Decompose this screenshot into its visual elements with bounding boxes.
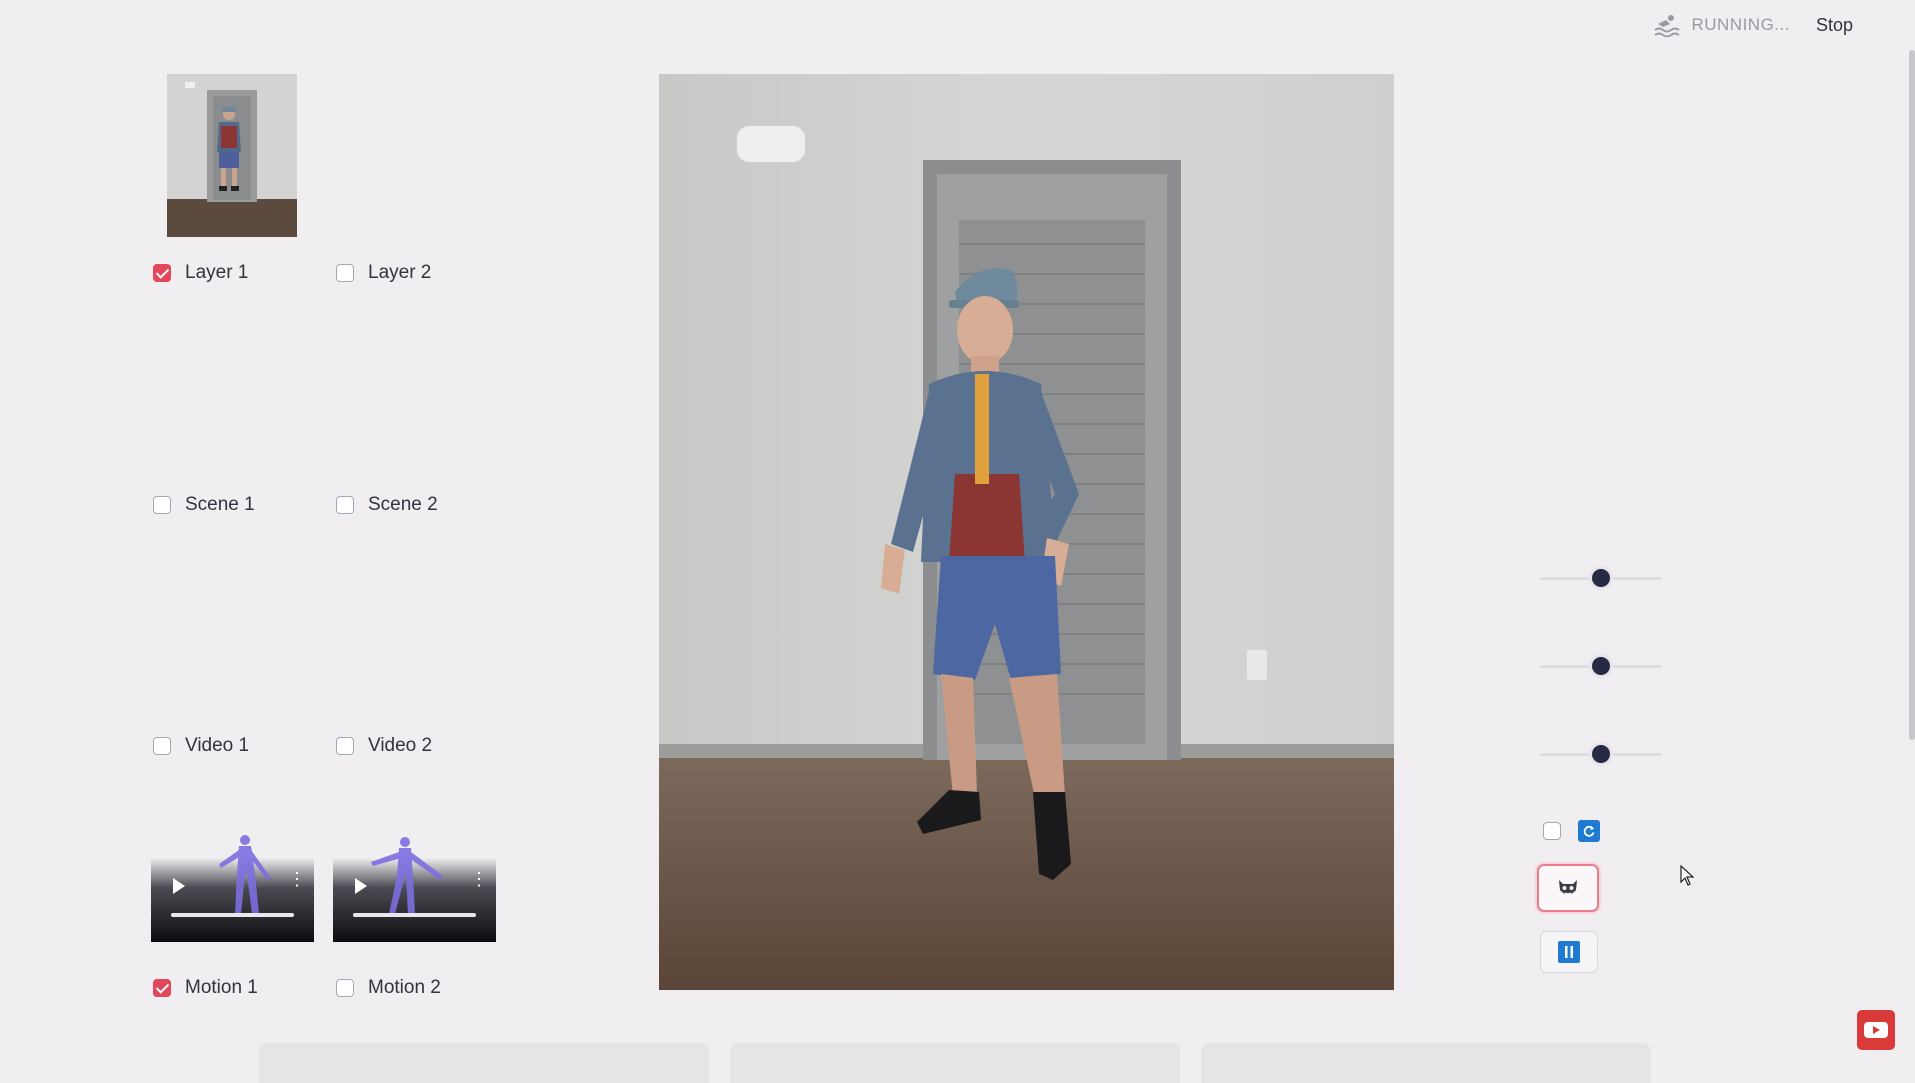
pause-icon [1558, 941, 1580, 963]
motion-2-label: Motion 2 [368, 977, 441, 998]
video-2-label: Video 2 [368, 735, 433, 756]
slider-knob[interactable] [1592, 569, 1610, 587]
play-icon[interactable] [173, 878, 185, 894]
video-1-label: Video 1 [185, 735, 250, 756]
layer-1-checkbox[interactable] [153, 264, 171, 282]
bottom-panel-2 [730, 1043, 1180, 1083]
motion-2-video-player[interactable]: ⋮ [333, 834, 496, 942]
video-progress-bar[interactable] [171, 913, 294, 917]
running-indicator: RUNNING... [1653, 13, 1790, 37]
motion-1-checkbox[interactable] [153, 979, 171, 997]
running-text: RUNNING... [1691, 15, 1790, 34]
option-checkbox[interactable] [1543, 822, 1561, 840]
scene-1-checkbox[interactable] [153, 496, 171, 514]
pause-button[interactable] [1540, 931, 1598, 973]
layer-1-option[interactable]: Layer 1 [153, 262, 248, 284]
motion-1-video-player[interactable]: ⋮ [151, 834, 314, 942]
layer-1-label: Layer 1 [185, 262, 249, 283]
status-bar: RUNNING... Stop [1653, 10, 1853, 40]
layer-1-thumbnail[interactable] [167, 74, 297, 237]
mouse-cursor-icon [1680, 865, 1695, 886]
refresh-icon[interactable] [1578, 820, 1600, 842]
main-preview-image [659, 74, 1394, 990]
video-1-option[interactable]: Video 1 [153, 735, 249, 757]
mask-face-icon [1559, 880, 1577, 895]
mask-toggle-button[interactable] [1537, 864, 1599, 912]
scene-2-checkbox[interactable] [336, 496, 354, 514]
page-scrollbar[interactable] [1909, 50, 1915, 740]
video-2-checkbox[interactable] [336, 737, 354, 755]
scene-2-label: Scene 2 [368, 494, 438, 515]
scene-1-label: Scene 1 [185, 494, 255, 515]
slider-3[interactable] [1540, 744, 1662, 764]
video-1-checkbox[interactable] [153, 737, 171, 755]
more-options-icon[interactable]: ⋮ [288, 870, 306, 888]
slider-1[interactable] [1540, 568, 1662, 588]
play-icon[interactable] [355, 878, 367, 894]
layer-2-checkbox[interactable] [336, 264, 354, 282]
layer-2-option[interactable]: Layer 2 [336, 262, 431, 284]
more-options-icon[interactable]: ⋮ [470, 870, 488, 888]
swimmer-icon [1654, 15, 1681, 37]
motion-2-checkbox[interactable] [336, 979, 354, 997]
motion-1-option[interactable]: Motion 1 [153, 977, 258, 999]
video-2-option[interactable]: Video 2 [336, 735, 432, 757]
slider-knob[interactable] [1592, 745, 1610, 763]
stop-button[interactable]: Stop [1816, 15, 1853, 36]
bottom-panel-3 [1201, 1043, 1651, 1083]
bottom-panel-1 [259, 1043, 709, 1083]
motion-1-label: Motion 1 [185, 977, 258, 998]
slider-knob[interactable] [1592, 657, 1610, 675]
scene-1-option[interactable]: Scene 1 [153, 494, 255, 516]
youtube-subscribe-icon[interactable] [1857, 1010, 1895, 1050]
layer-2-label: Layer 2 [368, 262, 432, 283]
motion-2-option[interactable]: Motion 2 [336, 977, 441, 999]
scene-2-option[interactable]: Scene 2 [336, 494, 438, 516]
video-progress-bar[interactable] [353, 913, 476, 917]
slider-2[interactable] [1540, 656, 1662, 676]
